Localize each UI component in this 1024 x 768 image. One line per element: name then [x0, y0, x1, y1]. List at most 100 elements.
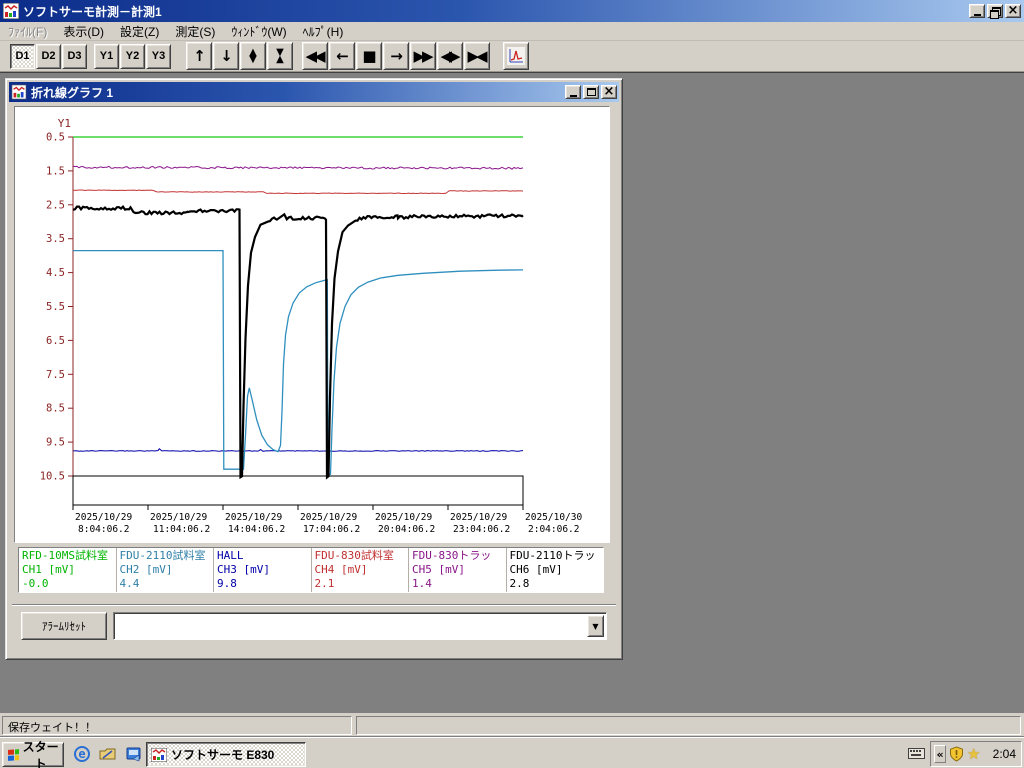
security-shield-icon[interactable]: [949, 746, 964, 762]
series-ch4: [72, 189, 524, 195]
legend-channel-5: FDU-830トラッ CH5 [mV] 1.4: [409, 548, 507, 592]
task-button-label: ソフトサーモ E830: [171, 748, 275, 762]
channel-legend: RFD-10MS試料室 CH1 [mV] -0.0 FDU-2110試料室 CH2 [m…: [18, 547, 604, 593]
svg-text:3.5: 3.5: [46, 233, 65, 245]
keyboard-language-icon[interactable]: [908, 746, 925, 762]
toolbar-expand-horizontal-button[interactable]: ◀▶: [437, 42, 463, 70]
main-titlebar[interactable]: ソフトサーモ計測－計測1 ×: [0, 0, 1024, 22]
toolbar-compress-vertical-button[interactable]: ▼ ▲: [267, 42, 293, 70]
svg-text:20:04:06.2: 20:04:06.2: [378, 524, 435, 535]
menu-item-settings[interactable]: 設定(Z): [112, 21, 167, 42]
app-icon: [2, 2, 20, 20]
alarm-reset-button[interactable]: ｱﾗｰﾑﾘｾｯﾄ: [21, 612, 107, 640]
windows-logo-icon: [8, 748, 20, 761]
svg-text:6.5: 6.5: [46, 335, 65, 347]
toolbar-fast-rewind-button[interactable]: ◀◀: [302, 42, 328, 70]
menu-item-file: ﾌｧｲﾙ(F): [8, 24, 48, 39]
menu-item-help[interactable]: ﾍﾙﾌﾟ(H): [295, 21, 352, 42]
series-ch3: [72, 447, 524, 452]
start-button[interactable]: スタート: [2, 740, 64, 768]
show-desktop-icon[interactable]: [98, 744, 118, 764]
toolbar-fast-forward-button[interactable]: ▶▶: [410, 42, 436, 70]
toolbar-expand-vertical-button[interactable]: ▲ ▼: [240, 42, 266, 70]
legend-channel-3: HALL CH3 [mV] 9.8: [214, 548, 312, 592]
start-label: スタート: [22, 739, 59, 768]
svg-text:17:04:06.2: 17:04:06.2: [303, 524, 360, 535]
graph-window-title: 折れ線グラフ 1: [31, 85, 114, 100]
menu-item-measure[interactable]: 測定(S): [167, 21, 223, 42]
line-chart[interactable]: Y1 0.5 1.5 2.5 3.5 4.5 5.5 6.5 7.5 8.5 9.5 10.5 2025…: [14, 106, 610, 543]
svg-text:14:04:06.2: 14:04:06.2: [228, 524, 285, 535]
graph-window-titlebar[interactable]: 折れ線グラフ 1 ×: [9, 82, 619, 102]
graph-maximize-button[interactable]: [583, 85, 599, 99]
status-bar: 保存ウェイト！！: [0, 713, 1024, 737]
svg-text:2025/10/30: 2025/10/30: [525, 512, 582, 523]
toolbar-stop-button[interactable]: ■: [356, 42, 382, 70]
svg-text:2025/10/29: 2025/10/29: [150, 512, 207, 523]
toolbar-button-y3[interactable]: Y3: [146, 43, 171, 69]
tray-chevron-button[interactable]: «: [934, 745, 946, 763]
graph-window: 折れ線グラフ 1 × Y1 0.5 1.5 2.5 3.5 4.5 5.5 6.5 7.5 8.5…: [5, 78, 623, 660]
series-ch5: [72, 165, 524, 170]
divider: [12, 604, 616, 606]
legend-channel-6: FDU-2110トラッ CH6 [mV] 2.8: [509, 549, 596, 590]
restore-button[interactable]: [987, 4, 1003, 19]
menu-item-window[interactable]: ｳｨﾝﾄﾞｳ(W): [223, 21, 294, 42]
svg-text:2025/10/29: 2025/10/29: [225, 512, 282, 523]
close-button[interactable]: ×: [1005, 4, 1021, 18]
svg-text:10.5: 10.5: [40, 471, 65, 483]
series-ch2: [73, 249, 524, 476]
svg-text:9.5: 9.5: [46, 437, 65, 449]
toolbar-scroll-up-button[interactable]: ↑: [186, 42, 212, 70]
svg-text:7.5: 7.5: [46, 369, 65, 381]
toolbar: D1 D2 D3 Y1 Y2 Y3 ↑ ↓ ▲ ▼ ▼ ▲ ◀◀ ← ■ → ▶▶ ◀▶ ▶◀: [0, 41, 1024, 72]
toolbar-button-d2[interactable]: D2: [36, 43, 61, 69]
svg-text:8.5: 8.5: [46, 403, 65, 415]
legend-channel-2: FDU-2110試料室 CH2 [mV] 4.4: [117, 548, 214, 592]
svg-text:e: e: [78, 747, 85, 761]
toolbar-button-y2[interactable]: Y2: [120, 43, 145, 69]
graph-view-button[interactable]: [503, 42, 529, 70]
alarm-combobox-value: [114, 613, 587, 639]
toolbar-step-left-button[interactable]: ←: [329, 42, 355, 70]
taskbar: スタート e ソフトサーモ E830 « ★ 2:04: [0, 737, 1024, 768]
graph-close-button[interactable]: ×: [601, 85, 617, 99]
svg-text:2.5: 2.5: [46, 199, 65, 211]
mini-graph-icon: [507, 47, 525, 65]
menu-item-view[interactable]: 表示(D): [55, 21, 112, 42]
graph-window-icon: [11, 84, 27, 100]
star-tray-icon[interactable]: ★: [967, 745, 980, 763]
series-ch6: [72, 205, 524, 480]
ie-icon[interactable]: e: [72, 744, 92, 764]
graph-client-area: Y1 0.5 1.5 2.5 3.5 4.5 5.5 6.5 7.5 8.5 9.5 10.5 2025…: [9, 102, 619, 655]
chart-canvas: Y1 0.5 1.5 2.5 3.5 4.5 5.5 6.5 7.5 8.5 9.5 10.5 2025…: [40, 117, 583, 535]
outlook-icon[interactable]: [124, 744, 144, 764]
status-message: 保存ウェイト！！: [2, 716, 352, 735]
legend-channel-1: RFD-10MS試料室 CH1 [mV] -0.0: [19, 548, 117, 592]
svg-text:4.5: 4.5: [46, 267, 65, 279]
toolbar-button-d1[interactable]: D1: [10, 43, 35, 69]
svg-text:2025/10/29: 2025/10/29: [300, 512, 357, 523]
combobox-dropdown-icon[interactable]: ▼: [587, 615, 604, 637]
mdi-workspace: 折れ線グラフ 1 × Y1 0.5 1.5 2.5 3.5 4.5 5.5 6.5 7.5 8.5…: [0, 72, 1024, 713]
svg-text:2:04:06.2: 2:04:06.2: [528, 524, 579, 535]
toolbar-scroll-down-button[interactable]: ↓: [213, 42, 239, 70]
svg-text:Y1: Y1: [58, 117, 71, 130]
toolbar-button-d3[interactable]: D3: [62, 43, 87, 69]
graph-minimize-button[interactable]: [565, 85, 581, 99]
svg-text:2025/10/29: 2025/10/29: [75, 512, 132, 523]
task-button-softthermo[interactable]: ソフトサーモ E830: [146, 742, 306, 767]
svg-text:2025/10/29: 2025/10/29: [450, 512, 507, 523]
minimize-button[interactable]: [969, 4, 985, 18]
main-window: ソフトサーモ計測－計測1 × ﾌｧｲﾙ(F) 表示(D) 設定(Z) 測定(S) ｳｨﾝ…: [0, 0, 1024, 737]
system-tray: « ★ 2:04: [930, 741, 1022, 767]
svg-text:2025/10/29: 2025/10/29: [375, 512, 432, 523]
toolbar-button-y1[interactable]: Y1: [94, 43, 119, 69]
alarm-combobox[interactable]: ▼: [113, 612, 607, 640]
svg-text:1.5: 1.5: [46, 165, 65, 177]
svg-text:0.5: 0.5: [46, 132, 65, 144]
toolbar-compress-horizontal-button[interactable]: ▶◀: [464, 42, 490, 70]
toolbar-step-right-button[interactable]: →: [383, 42, 409, 70]
window-title: ソフトサーモ計測－計測1: [23, 4, 162, 19]
svg-text:8:04:06.2: 8:04:06.2: [78, 524, 129, 535]
